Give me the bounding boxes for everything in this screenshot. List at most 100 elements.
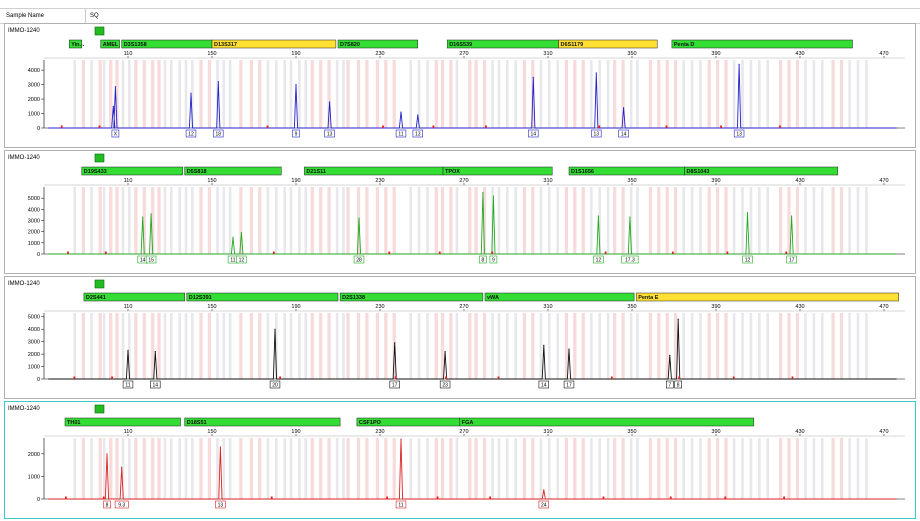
- bin-stripe: [440, 313, 445, 379]
- bin-stripe: [102, 60, 106, 128]
- bin-stripe: [375, 438, 379, 499]
- locus-label: CSF1PO: [359, 420, 382, 426]
- bin-stripe: [795, 438, 799, 499]
- bin-stripe: [184, 60, 188, 128]
- peak-apex: [746, 212, 749, 214]
- noise-mark: [382, 125, 384, 128]
- bin-stripe: [506, 438, 509, 499]
- bin-stripe: [804, 313, 807, 379]
- bin-stripe: [795, 313, 799, 379]
- bin-stripe: [482, 60, 487, 128]
- bin-stripe: [426, 313, 429, 379]
- bin-stripe: [531, 438, 535, 499]
- locus-label: D3S1358: [124, 42, 147, 48]
- bin-stripe: [839, 438, 844, 499]
- bin-stripe: [346, 187, 350, 254]
- noise-mark: [491, 251, 494, 254]
- bin-stripe: [613, 60, 617, 128]
- peak-apex: [154, 351, 156, 353]
- bin-stripe: [266, 60, 270, 128]
- electropherogram-window: Sample Name SQ IMMO-1240 Yin... AMEL D3S135…: [0, 0, 920, 521]
- bin-stripe: [319, 313, 323, 379]
- peak-apex: [791, 215, 793, 217]
- peak-apex: [543, 344, 545, 346]
- bin-stripe: [821, 187, 824, 254]
- bin-stripe: [581, 438, 585, 499]
- bin-stripe: [839, 60, 844, 128]
- noise-mark: [604, 251, 607, 254]
- bin-stripe: [564, 187, 568, 254]
- bin-stripe: [222, 438, 226, 499]
- bin-stripe: [392, 60, 396, 128]
- noise-mark: [791, 376, 794, 379]
- bin-stripe: [690, 438, 694, 499]
- bin-stripe: [207, 313, 211, 379]
- locus-label: D6S1179: [561, 42, 584, 48]
- locus-label: D16S539: [449, 42, 472, 48]
- bin-stripe: [346, 60, 350, 128]
- bin-stripe: [298, 187, 301, 254]
- bin-stripe: [365, 438, 369, 499]
- bin-stripe: [590, 313, 593, 379]
- bin-stripe: [716, 313, 720, 379]
- peak-apex: [677, 318, 679, 320]
- bin-stripe: [289, 187, 293, 254]
- bin-stripe: [178, 187, 181, 254]
- bin-stripe: [732, 313, 736, 379]
- bin-stripe: [474, 313, 478, 379]
- bin-stripe: [249, 187, 253, 254]
- bin-stripe: [831, 438, 835, 499]
- bin-stripe: [228, 313, 232, 379]
- bin-stripe: [365, 187, 369, 254]
- bin-stripe: [216, 438, 219, 499]
- bin-stripe: [228, 60, 232, 128]
- bin-stripe: [856, 438, 860, 499]
- bin-stripe: [531, 313, 535, 379]
- noise-mark: [438, 251, 441, 254]
- bin-stripe: [449, 313, 453, 379]
- bin-stripe: [258, 313, 262, 379]
- bin-stripe: [239, 438, 243, 499]
- bin-stripe: [856, 60, 860, 128]
- bin-stripe: [98, 187, 102, 254]
- allele-label: 13: [415, 132, 421, 138]
- noise-mark: [270, 496, 273, 499]
- bin-stripe: [766, 187, 769, 254]
- bin-stripe: [304, 313, 307, 379]
- noise-mark: [611, 376, 613, 379]
- y-tick-label: 1000: [28, 112, 40, 118]
- bin-stripe: [724, 438, 728, 499]
- locus-label: AMEL: [103, 42, 119, 48]
- bin-stripe: [598, 60, 601, 128]
- allele-label: 13: [594, 132, 600, 138]
- locus-label: vWA: [487, 295, 499, 301]
- bin-stripe: [648, 60, 652, 128]
- bin-stripe: [102, 187, 106, 254]
- bin-stripe: [606, 313, 610, 379]
- bin-stripe: [621, 438, 625, 499]
- bin-stripe: [657, 187, 661, 254]
- bin-stripe: [716, 438, 720, 499]
- bin-stripe: [613, 187, 617, 254]
- bin-stripe: [449, 438, 453, 499]
- bin-stripe: [440, 187, 445, 254]
- bin-stripe: [573, 438, 577, 499]
- bin-stripe: [81, 187, 85, 254]
- bin-stripe: [732, 438, 736, 499]
- bin-stripe: [690, 313, 694, 379]
- bin-stripe: [310, 187, 314, 254]
- bin-stripe: [207, 60, 211, 128]
- bin-stripe: [482, 438, 487, 499]
- bin-stripe: [157, 60, 161, 128]
- noise-mark: [783, 496, 785, 499]
- bin-stripe: [275, 187, 278, 254]
- bin-stripe: [258, 60, 262, 128]
- locus-bar: [635, 292, 899, 302]
- dye-toggle-icon: [94, 279, 105, 289]
- bin-stripe: [449, 187, 453, 254]
- bin-stripe: [228, 438, 232, 499]
- bin-stripe: [665, 187, 669, 254]
- bin-stripe: [674, 187, 678, 254]
- bin-stripe: [115, 313, 119, 379]
- noise-mark: [73, 376, 76, 379]
